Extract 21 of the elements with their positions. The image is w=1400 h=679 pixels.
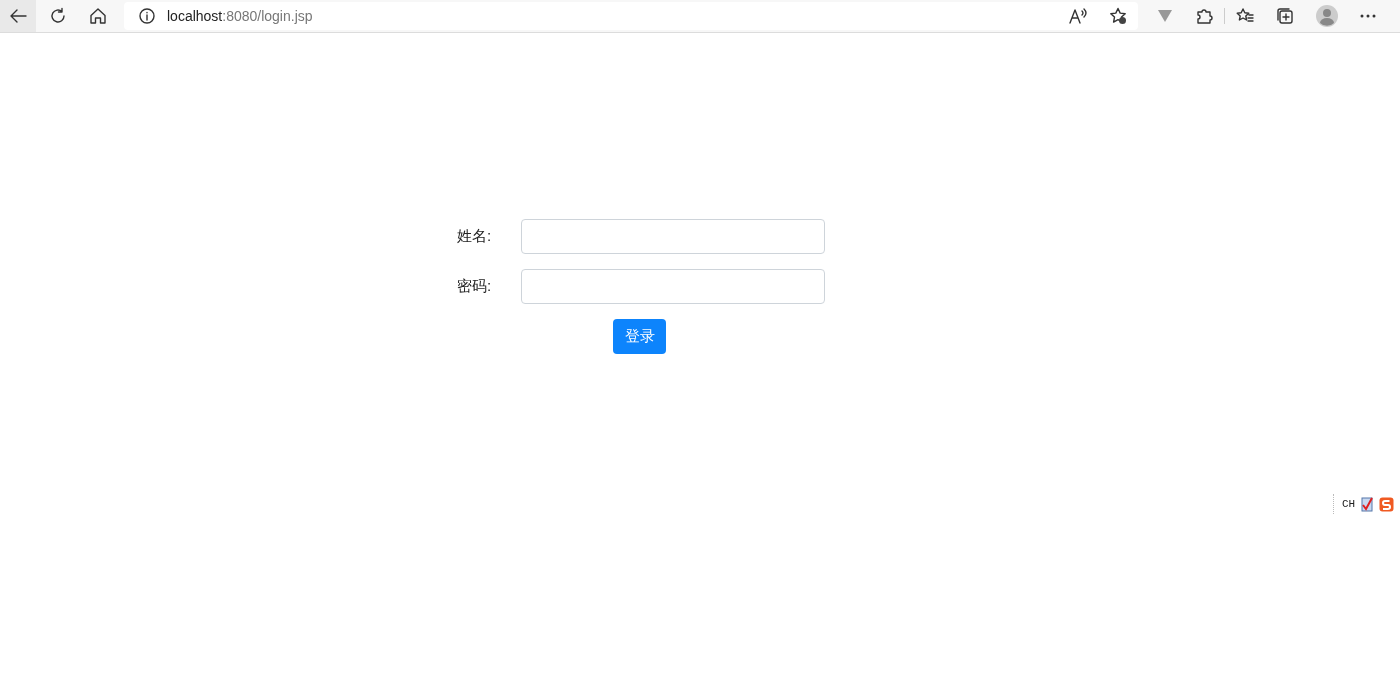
input-field[interactable]: [521, 219, 825, 254]
address-text[interactable]: localhost:8080/login.jsp: [167, 8, 313, 24]
info-icon[interactable]: [139, 8, 155, 24]
login-button[interactable]: 登录: [613, 319, 666, 354]
language-indicator[interactable]: CH: [1342, 498, 1356, 510]
field-label: 密码:: [457, 277, 493, 296]
refresh-icon[interactable]: [49, 7, 67, 25]
home-icon[interactable]: [89, 7, 107, 25]
profile-avatar-icon[interactable]: [1316, 5, 1338, 27]
add-favorite-icon[interactable]: [1109, 7, 1127, 25]
more-icon[interactable]: [1360, 14, 1376, 18]
checkmark-icon[interactable]: [1360, 496, 1375, 512]
field-label: 姓名:: [457, 227, 493, 246]
ime-logo-icon[interactable]: [1379, 496, 1395, 512]
read-aloud-icon[interactable]: [1069, 8, 1087, 24]
back-arrow-icon[interactable]: [9, 8, 27, 24]
input-field[interactable]: [521, 269, 825, 304]
favorites-icon[interactable]: [1236, 7, 1254, 25]
extension-logo-icon[interactable]: [1157, 9, 1173, 23]
extensions-icon[interactable]: [1195, 7, 1213, 25]
collections-icon[interactable]: [1276, 7, 1294, 25]
